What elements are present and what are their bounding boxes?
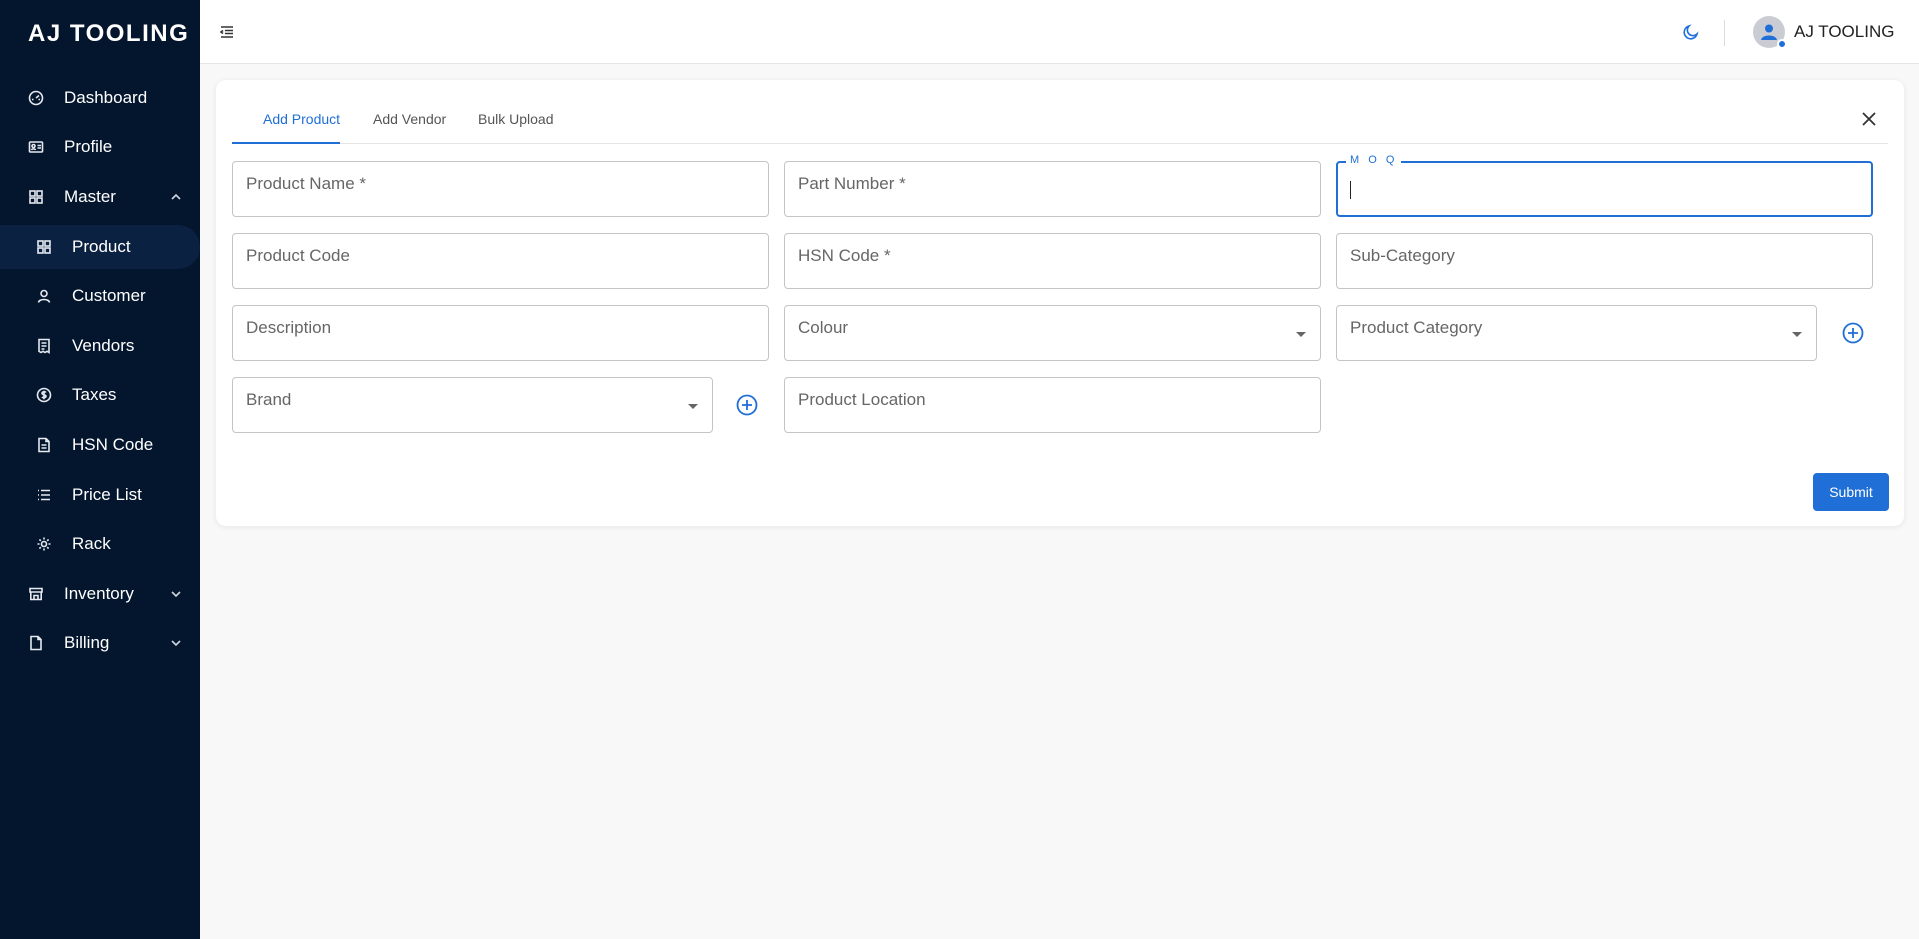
receipt-icon — [36, 338, 52, 354]
sub-category-placeholder: Sub-Category — [1350, 246, 1455, 265]
sidebar-item-label: Billing — [64, 633, 110, 652]
store-icon — [28, 586, 44, 602]
dollar-circle-icon — [36, 387, 52, 403]
dropdown-arrow-icon — [1792, 332, 1802, 337]
document-icon — [28, 635, 44, 651]
tab-bulk-upload[interactable]: Bulk Upload — [478, 111, 554, 127]
add-product-card: Add Product Add Vendor Bulk Upload Produ… — [216, 80, 1904, 526]
add-product-category-icon[interactable] — [1841, 321, 1865, 345]
sidebar-item-label: Inventory — [64, 584, 134, 603]
sub-category-field[interactable]: Sub-Category — [1336, 233, 1873, 289]
chevron-up-icon — [170, 191, 182, 203]
user-icon — [1761, 24, 1777, 40]
sidebar-item-label: Profile — [64, 137, 113, 156]
product-code-field[interactable]: Product Code — [232, 233, 769, 289]
sidebar-item-master[interactable]: Master — [0, 175, 200, 219]
header-divider — [1724, 20, 1725, 46]
user-icon — [36, 288, 52, 304]
sidebar-item-profile[interactable]: Profile — [0, 125, 200, 169]
user-name[interactable]: AJ TOOLING — [1794, 22, 1894, 42]
sidebar-item-product[interactable]: Product — [0, 225, 200, 269]
sidebar: AJ TOOLING Dashboard Profile Master Prod… — [0, 0, 200, 939]
sidebar-item-label: Price List — [72, 485, 142, 504]
sidebar-item-label: Product — [72, 237, 131, 256]
moq-field[interactable]: M O Q — [1336, 154, 1873, 217]
sidebar-item-vendors[interactable]: Vendors — [0, 324, 200, 368]
close-icon[interactable] — [1859, 109, 1879, 129]
sidebar-item-taxes[interactable]: Taxes — [0, 373, 200, 417]
tab-bar: Add Product Add Vendor Bulk Upload — [232, 80, 1888, 144]
brand-select[interactable]: Brand — [232, 377, 713, 433]
top-header: AJ TOOLING — [200, 0, 1919, 64]
description-field[interactable]: Description — [232, 305, 769, 361]
product-code-placeholder: Product Code — [246, 246, 350, 265]
document-icon — [36, 437, 52, 453]
moon-icon[interactable] — [1682, 23, 1700, 41]
sidebar-item-label: Dashboard — [64, 88, 148, 107]
sidebar-item-label: Master — [64, 187, 116, 206]
brand-logo: AJ TOOLING — [28, 20, 190, 47]
hsn-code-placeholder: HSN Code * — [798, 246, 891, 265]
sidebar-item-label: Customer — [72, 286, 146, 305]
sidebar-item-dashboard[interactable]: Dashboard — [0, 76, 200, 120]
chevron-down-icon — [170, 637, 182, 649]
sidebar-item-label: HSN Code — [72, 435, 154, 454]
product-name-placeholder: Product Name * — [246, 174, 366, 193]
sidebar-item-rack[interactable]: Rack — [0, 522, 200, 566]
list-icon — [36, 487, 52, 503]
part-number-field[interactable]: Part Number * — [784, 161, 1321, 217]
active-tab-indicator — [232, 142, 340, 144]
sidebar-item-hsn-code[interactable]: HSN Code — [0, 423, 200, 467]
product-name-field[interactable]: Product Name * — [232, 161, 769, 217]
sidebar-item-customer[interactable]: Customer — [0, 274, 200, 318]
description-placeholder: Description — [246, 318, 332, 337]
part-number-placeholder: Part Number * — [798, 174, 906, 193]
colour-placeholder: Colour — [798, 318, 849, 337]
sidebar-item-billing[interactable]: Billing — [0, 621, 200, 665]
sidebar-item-label: Rack — [72, 534, 111, 553]
grid-icon — [36, 239, 52, 255]
hsn-code-field[interactable]: HSN Code * — [784, 233, 1321, 289]
tab-add-vendor[interactable]: Add Vendor — [373, 111, 446, 127]
dropdown-arrow-icon — [688, 404, 698, 409]
online-status-dot — [1777, 39, 1787, 49]
text-cursor — [1350, 181, 1351, 199]
add-brand-icon[interactable] — [735, 393, 759, 417]
submit-button[interactable]: Submit — [1813, 473, 1889, 511]
sidebar-item-price-list[interactable]: Price List — [0, 473, 200, 517]
menu-fold-icon[interactable] — [219, 24, 235, 40]
id-card-icon — [28, 139, 44, 155]
dropdown-arrow-icon — [1296, 332, 1306, 337]
sidebar-item-inventory[interactable]: Inventory — [0, 572, 200, 616]
grid-icon — [28, 189, 44, 205]
chevron-down-icon — [170, 588, 182, 600]
product-category-select[interactable]: Product Category — [1336, 305, 1817, 361]
colour-select[interactable]: Colour — [784, 305, 1321, 361]
avatar[interactable] — [1753, 16, 1787, 49]
moq-label: M O Q — [1346, 154, 1402, 166]
product-category-placeholder: Product Category — [1350, 318, 1483, 337]
sidebar-item-label: Vendors — [72, 336, 135, 355]
brand-placeholder: Brand — [246, 390, 292, 409]
product-location-placeholder: Product Location — [798, 390, 926, 409]
sidebar-item-label: Taxes — [72, 385, 117, 404]
gear-icon — [36, 536, 52, 552]
dashboard-icon — [28, 90, 44, 106]
product-location-field[interactable]: Product Location — [784, 377, 1321, 433]
tab-add-product[interactable]: Add Product — [263, 111, 340, 127]
